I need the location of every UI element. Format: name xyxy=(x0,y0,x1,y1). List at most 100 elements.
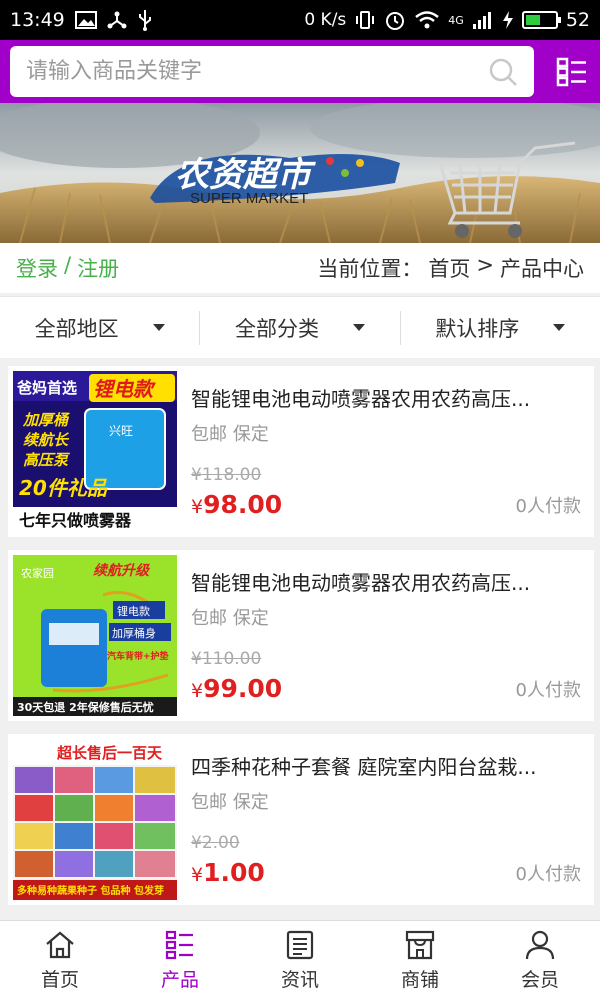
image-icon xyxy=(74,11,97,29)
thumb-text: 锂电款 xyxy=(93,377,156,401)
product-paid-count: 0人付款 xyxy=(515,864,581,885)
list-menu-icon xyxy=(556,57,586,86)
header xyxy=(0,40,600,103)
product-price: ¥99.00 xyxy=(191,674,282,703)
product-old-price: ¥110.00 xyxy=(191,649,262,669)
thumb-text: 爸妈首选 xyxy=(16,379,77,397)
product-price-value: 98.00 xyxy=(203,490,283,519)
product-item[interactable]: 农家园 续航升级 锂电款 加厚桶身 汽车背带+护垫 30天包退 2年保修售后无忧… xyxy=(8,550,594,721)
filter-sort[interactable]: 默认排序 xyxy=(399,310,600,345)
product-title[interactable]: 智能锂电池电动喷雾器农用农药高压... xyxy=(191,567,581,596)
banner-logo-text: 农资超市 xyxy=(175,155,316,195)
filter-region-label: 全部地区 xyxy=(34,316,119,341)
nav-home[interactable]: 首页 xyxy=(0,921,120,1000)
product-image[interactable]: 农家园 续航升级 锂电款 加厚桶身 汽车背带+护垫 30天包退 2年保修售后无忧 xyxy=(13,555,177,716)
usb-icon xyxy=(138,10,151,31)
register-link[interactable]: 注册 xyxy=(77,253,119,283)
product-price: ¥1.00 xyxy=(191,858,265,887)
filter-category[interactable]: 全部分类 xyxy=(199,310,399,345)
bottom-nav: 首页 产品 资讯 商铺 会员 xyxy=(0,920,600,1000)
nav-products[interactable]: 产品 xyxy=(120,921,240,1000)
currency-symbol: ¥ xyxy=(191,496,204,518)
thumb-text: 续航升级 xyxy=(93,562,151,579)
thumb-text: 农家园 xyxy=(21,566,54,580)
nav-products-label: 产品 xyxy=(160,969,199,991)
thumb-text: 锂电款 xyxy=(117,604,150,618)
filter-bar: 全部地区 全部分类 默认排序 xyxy=(0,296,600,358)
nav-shop[interactable]: 商铺 xyxy=(360,921,480,1000)
thumb-text: 加厚桶身 xyxy=(112,626,156,640)
nav-shop-label: 商铺 xyxy=(400,969,439,991)
nav-news[interactable]: 资讯 xyxy=(240,921,360,1000)
product-old-price: ¥118.00 xyxy=(191,465,262,485)
user-icon xyxy=(525,930,555,960)
product-image[interactable]: 爸妈首选 锂电款 加厚桶 续航长 高压泵 兴旺 20件礼品 七年只做喷雾器 xyxy=(13,371,177,532)
vibrate-icon xyxy=(356,11,375,29)
product-info: 四季种花种子套餐 庭院室内阳台盆栽... 包邮 保定 ¥2.00 ¥1.00 0… xyxy=(177,739,589,900)
battery-icon xyxy=(521,11,561,29)
thumb-text: 七年只做喷雾器 xyxy=(19,511,132,530)
thumb-text: 续航长 xyxy=(23,431,70,449)
filter-region[interactable]: 全部地区 xyxy=(0,311,199,345)
breadcrumb-arrow: > xyxy=(476,253,494,277)
account-links: 登录 / 注册 xyxy=(16,253,119,283)
home-icon xyxy=(46,931,74,959)
thumb-text: 超长售后一百天 xyxy=(56,744,163,762)
thumb-text: 兴旺 xyxy=(109,424,133,438)
thumb-text: 高压泵 xyxy=(23,451,70,469)
breadcrumb-home[interactable]: 首页 xyxy=(428,253,470,283)
product-tags: 包邮 保定 xyxy=(191,792,269,813)
share-icon xyxy=(107,11,127,29)
network-type: 4G xyxy=(448,13,464,27)
product-tags: 包邮 保定 xyxy=(191,608,269,629)
nav-member-label: 会员 xyxy=(520,969,559,991)
nav-member[interactable]: 会员 xyxy=(480,921,600,1000)
product-price: ¥98.00 xyxy=(191,490,282,519)
product-title[interactable]: 四季种花种子套餐 庭院室内阳台盆栽... xyxy=(191,751,581,780)
status-bar: 13:49 0 K/s 4G 52 xyxy=(0,0,600,40)
product-info: 智能锂电池电动喷雾器农用农药高压... 包邮 保定 ¥110.00 ¥99.00… xyxy=(177,555,589,716)
login-link[interactable]: 登录 xyxy=(16,253,58,283)
product-price-value: 1.00 xyxy=(203,858,265,887)
search-icon[interactable] xyxy=(488,57,518,87)
filter-sort-label: 默认排序 xyxy=(435,316,520,341)
banner[interactable]: 农资超市 SUPER MARKET xyxy=(0,103,600,243)
thumb-text: 加厚桶 xyxy=(22,411,70,429)
list-icon xyxy=(165,930,193,960)
charging-icon xyxy=(502,11,513,29)
currency-symbol: ¥ xyxy=(191,680,204,702)
filter-category-label: 全部分类 xyxy=(234,316,319,341)
category-menu-button[interactable] xyxy=(554,54,590,90)
signal-icon xyxy=(472,12,491,29)
product-title[interactable]: 智能锂电池电动喷雾器农用农药高压... xyxy=(191,383,581,412)
chevron-down-icon xyxy=(352,324,365,331)
thumb-text: 多种易种蔬果种子 包品种 包发芽 xyxy=(17,884,164,897)
currency-symbol: ¥ xyxy=(191,864,204,886)
chevron-down-icon xyxy=(553,324,566,331)
wifi-icon xyxy=(415,11,440,29)
product-tags: 包邮 保定 xyxy=(191,424,269,445)
thumb-text: 30天包退 2年保修售后无忧 xyxy=(17,700,154,714)
shop-icon xyxy=(405,930,435,960)
breadcrumb-current: 产品中心 xyxy=(500,257,584,281)
banner-graphic: 农资超市 SUPER MARKET xyxy=(0,103,600,243)
product-paid-count: 0人付款 xyxy=(515,496,581,517)
nav-news-label: 资讯 xyxy=(280,969,319,991)
thumb-text: 20件礼品 xyxy=(19,476,108,500)
search-box[interactable] xyxy=(10,46,534,97)
alarm-icon xyxy=(386,12,405,30)
thumb-text: 汽车背带+护垫 xyxy=(107,650,169,662)
banner-subtitle: SUPER MARKET xyxy=(190,190,308,207)
net-speed: 0 K/s xyxy=(304,10,347,30)
product-image[interactable]: 超长售后一百天 多种易种蔬果种子 包品种 包发芽 xyxy=(13,739,177,900)
login-separator: / xyxy=(64,253,72,277)
product-paid-count: 0人付款 xyxy=(515,680,581,701)
status-time: 13:49 xyxy=(10,9,65,31)
news-icon xyxy=(286,930,314,960)
battery-percent: 52 xyxy=(565,9,590,31)
product-item[interactable]: 爸妈首选 锂电款 加厚桶 续航长 高压泵 兴旺 20件礼品 七年只做喷雾器 智能… xyxy=(8,366,594,537)
breadcrumb: 当前位置： 首页 > 产品中心 xyxy=(317,253,584,283)
product-item[interactable]: 超长售后一百天 多种易种蔬果种子 包品种 包发芽 四季种花种子套餐 庭院室内阳台… xyxy=(8,734,594,905)
search-input[interactable] xyxy=(26,59,488,84)
chevron-down-icon xyxy=(152,324,165,331)
